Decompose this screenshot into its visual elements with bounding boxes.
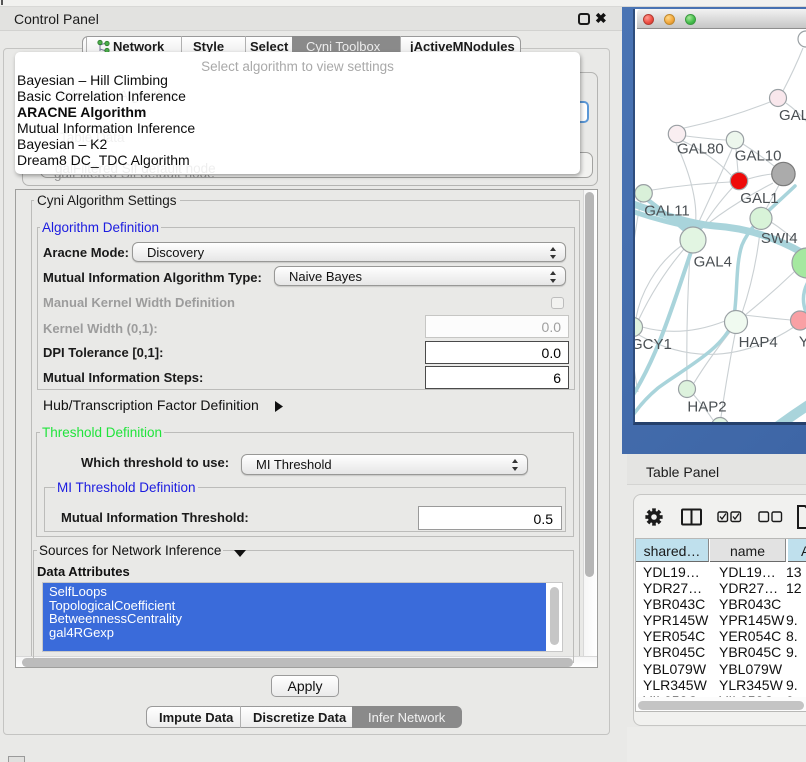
svg-text:SWI4: SWI4 — [761, 230, 798, 247]
svg-text:Y: Y — [799, 334, 806, 351]
svg-text:GAL11: GAL11 — [644, 203, 690, 220]
svg-text:GAL80: GAL80 — [677, 141, 724, 158]
svg-text:GCY1: GCY1 — [635, 336, 672, 353]
svg-text:GAL4: GAL4 — [694, 254, 732, 271]
svg-text:GAL1: GAL1 — [740, 190, 778, 207]
svg-text:HAP2: HAP2 — [687, 399, 726, 416]
svg-text:HAP4: HAP4 — [739, 334, 778, 351]
svg-text:GAL7: GAL7 — [779, 107, 806, 124]
svg-text:GAL10: GAL10 — [735, 148, 782, 165]
